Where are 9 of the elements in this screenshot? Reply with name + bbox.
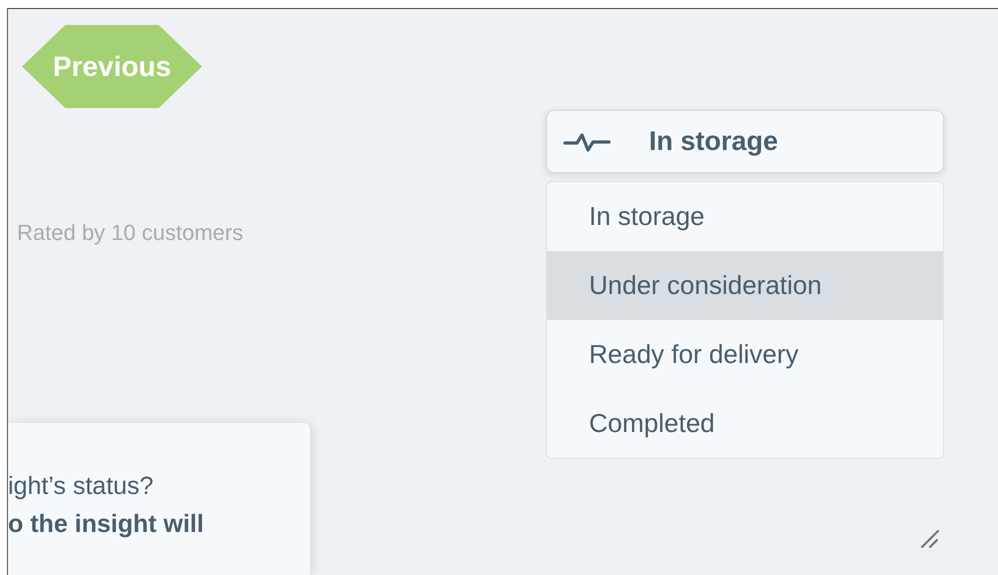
card-question: ight’s status? [8,471,154,502]
status-option[interactable]: Completed [547,389,943,458]
status-option[interactable]: Ready for delivery [547,320,943,389]
rating-note: Rated by 10 customers [17,220,244,246]
status-option[interactable]: Under consideration [547,251,943,320]
card-statement: o the insight will [8,509,205,540]
status-option[interactable]: In storage [547,182,943,251]
resize-handle-icon[interactable] [920,529,942,549]
status-dropdown[interactable]: In storage [546,110,944,173]
